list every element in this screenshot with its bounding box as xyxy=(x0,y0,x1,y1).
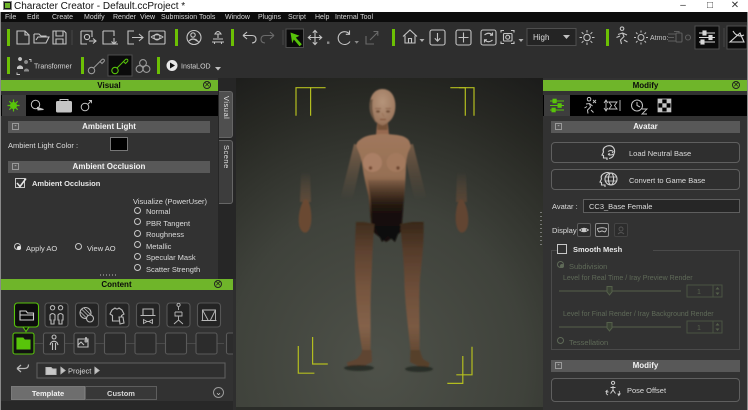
svg-text:1: 1 xyxy=(697,289,701,296)
svg-text:High: High xyxy=(533,33,549,42)
svg-text:Transformer: Transformer xyxy=(34,64,73,71)
svg-text:InstaLOD: InstaLOD xyxy=(181,64,211,71)
svg-text:Atmo:: Atmo: xyxy=(650,35,668,42)
svg-text:Project: Project xyxy=(68,367,92,376)
svg-text:1: 1 xyxy=(697,325,701,332)
